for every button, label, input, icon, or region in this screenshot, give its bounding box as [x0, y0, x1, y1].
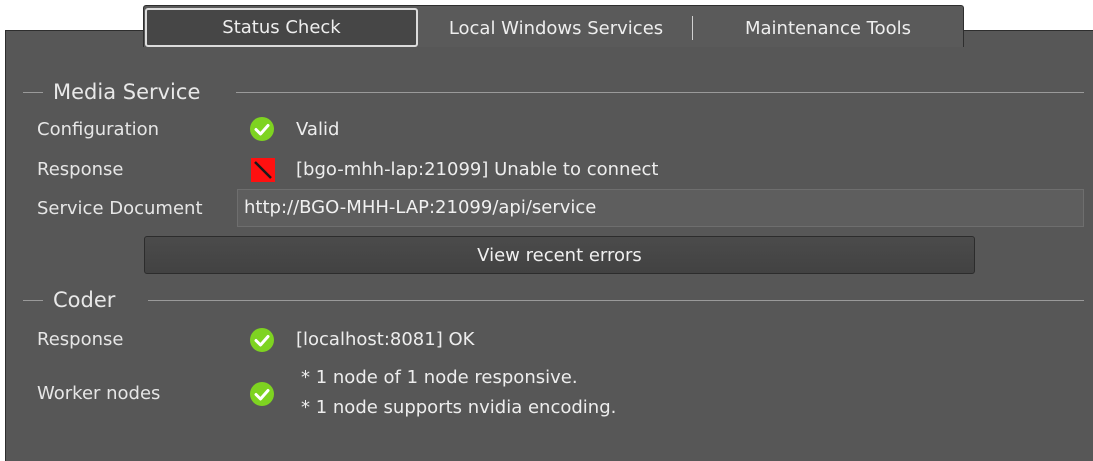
configuration-label: Configuration — [37, 119, 160, 140]
check-circle-icon — [250, 117, 274, 141]
section-rule-left — [23, 299, 43, 301]
tab-status-check[interactable]: Status Check — [145, 8, 418, 47]
coder-header: Coder — [23, 288, 115, 312]
media-service-title: Media Service — [53, 80, 201, 104]
service-document-field[interactable]: http://BGO-MHH-LAP:21099/api/service — [237, 189, 1084, 227]
configuration-value: Valid — [296, 119, 340, 140]
coder-response-label: Response — [37, 329, 124, 350]
service-document-label: Service Document — [37, 198, 203, 219]
section-rule-right — [236, 92, 1084, 93]
status-window: Status Check Local Windows Services Main… — [0, 0, 1093, 461]
coder-title: Coder — [53, 288, 116, 312]
view-recent-errors-button[interactable]: View recent errors — [144, 236, 975, 274]
tab-maintenance-tools[interactable]: Maintenance Tools — [693, 6, 963, 50]
section-rule-right — [148, 300, 1084, 301]
tab-local-windows-services[interactable]: Local Windows Services — [419, 6, 693, 50]
tab-bar: Status Check Local Windows Services Main… — [143, 5, 964, 47]
error-square-icon — [251, 158, 275, 182]
response-value: [bgo-mhh-lap:21099] Unable to connect — [296, 159, 659, 180]
worker-nodes-line-1: * 1 node of 1 node responsive. — [301, 367, 578, 388]
section-rule-left — [23, 91, 43, 93]
media-service-header: Media Service — [23, 80, 200, 104]
check-circle-icon — [250, 328, 274, 352]
worker-nodes-line-2: * 1 node supports nvidia encoding. — [301, 397, 617, 418]
coder-response-value: [localhost:8081] OK — [296, 329, 475, 350]
check-circle-icon — [250, 382, 274, 406]
response-label: Response — [37, 159, 124, 180]
worker-nodes-label: Worker nodes — [37, 383, 161, 404]
